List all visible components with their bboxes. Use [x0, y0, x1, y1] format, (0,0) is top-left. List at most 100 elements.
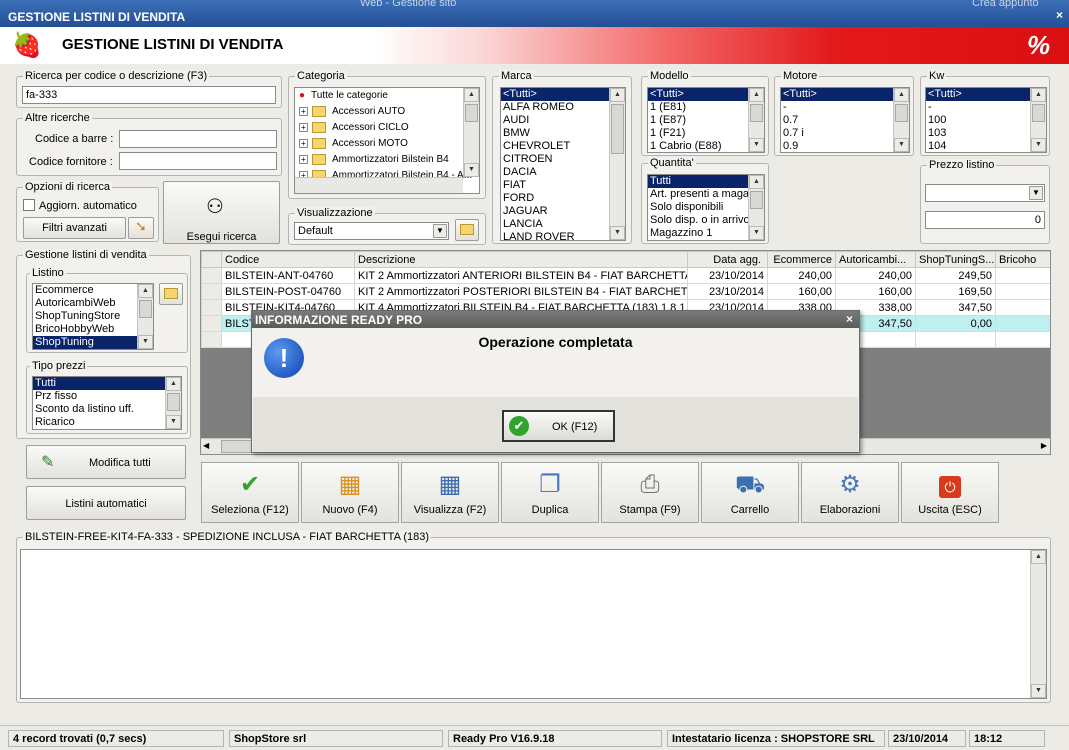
search-input[interactable]: fa-333	[22, 86, 276, 104]
list-item[interactable]: LAND ROVER	[501, 231, 625, 240]
scroll-down-icon[interactable]: ▼	[894, 138, 909, 152]
automatic-lists-button[interactable]: Listini automatici	[26, 486, 186, 520]
quantity-list[interactable]: Tutti Art. presenti a magazzino Solo dis…	[647, 174, 765, 241]
cart-button[interactable]: ⛟ Carrello	[701, 462, 799, 523]
scroll-left-icon[interactable]: ◀	[203, 441, 209, 450]
list-item[interactable]: 1 (F21)	[648, 127, 764, 140]
dialog-close-button[interactable]: ×	[846, 312, 853, 326]
list-price-input[interactable]: 0	[925, 211, 1045, 229]
column-header[interactable]: Data agg.	[687, 251, 768, 268]
expand-icon[interactable]: +	[299, 123, 308, 132]
brand-list[interactable]: <Tutti> ALFA ROMEO AUDI BMW CHEVROLET CI…	[500, 87, 626, 241]
advanced-filters-button[interactable]: Filtri avanzati	[23, 217, 126, 239]
column-header[interactable]: Descrizione	[354, 251, 688, 268]
scroll-right-icon[interactable]: ▶	[1041, 441, 1047, 450]
list-item[interactable]: -	[926, 101, 1046, 114]
list-item[interactable]: Tutti	[648, 175, 764, 188]
scroll-down-icon[interactable]: ▼	[464, 163, 479, 177]
scroll-thumb[interactable]	[611, 104, 624, 154]
engine-vscrollbar[interactable]: ▲ ▼	[893, 88, 909, 152]
list-item[interactable]: Prz fisso	[33, 390, 181, 403]
list-item[interactable]: ShopTuningStore	[33, 310, 153, 323]
category-vscrollbar[interactable]: ▲ ▼	[463, 88, 479, 177]
list-item[interactable]: 0.7	[781, 114, 909, 127]
detail-textarea[interactable]: ▲ ▼	[20, 549, 1047, 699]
processing-button[interactable]: ⚙ Elaborazioni	[801, 462, 899, 523]
column-header[interactable]: ShopTuningS...	[915, 251, 996, 268]
scroll-thumb[interactable]	[1032, 104, 1045, 122]
table-row[interactable]: BILSTEIN-POST-04760 KIT 2 Ammortizzatori …	[201, 283, 1050, 300]
list-item[interactable]: FIAT	[501, 179, 625, 192]
tree-item[interactable]: + Accessori AUTO	[299, 106, 405, 122]
expand-icon[interactable]: +	[299, 107, 308, 116]
scroll-down-icon[interactable]: ▼	[749, 138, 764, 152]
list-item[interactable]: FORD	[501, 192, 625, 205]
column-header[interactable]: Bricoho	[995, 251, 1050, 268]
scroll-down-icon[interactable]: ▼	[610, 226, 625, 240]
new-button[interactable]: ▦ Nuovo (F4)	[301, 462, 399, 523]
barcode-input[interactable]	[119, 130, 277, 148]
view-button[interactable]: ▦ Visualizza (F2)	[401, 462, 499, 523]
scroll-up-icon[interactable]: ▲	[464, 88, 479, 102]
view-select[interactable]: Default ▼	[294, 222, 449, 240]
listino-list[interactable]: Ecommerce AutoricambiWeb ShopTuningStore…	[32, 283, 154, 350]
scroll-up-icon[interactable]: ▲	[894, 88, 909, 102]
list-item[interactable]: <Tutti>	[926, 88, 1046, 101]
list-item[interactable]: AutoricambiWeb	[33, 297, 153, 310]
list-item[interactable]: Ecommerce	[33, 284, 153, 297]
list-item[interactable]: Magazzino 1	[648, 227, 764, 240]
chevron-down-icon[interactable]: ▼	[433, 224, 447, 238]
list-item[interactable]: ShopTuning	[33, 336, 153, 349]
listino-vscrollbar[interactable]: ▲ ▼	[137, 284, 153, 349]
list-price-select[interactable]: ▼	[925, 184, 1045, 202]
tree-item[interactable]: + Accessori MOTO	[299, 138, 408, 154]
list-item[interactable]: 1 (E87)	[648, 114, 764, 127]
list-item[interactable]: <Tutti>	[501, 88, 625, 101]
tree-item[interactable]: + Accessori CICLO	[299, 122, 409, 138]
chevron-down-icon[interactable]: ▼	[1029, 186, 1043, 200]
scroll-thumb[interactable]	[895, 104, 908, 122]
list-item[interactable]: 104	[926, 140, 1046, 152]
duplicate-button[interactable]: ❐ Duplica	[501, 462, 599, 523]
list-item[interactable]: 100	[926, 114, 1046, 127]
scroll-down-icon[interactable]: ▼	[166, 415, 181, 429]
list-item[interactable]: CITROEN	[501, 153, 625, 166]
list-item[interactable]: BMW	[501, 127, 625, 140]
run-search-button[interactable]: ⚇ Esegui ricerca	[163, 181, 280, 244]
list-item[interactable]: 103	[926, 127, 1046, 140]
scroll-thumb[interactable]	[167, 393, 180, 411]
list-item[interactable]: Ricarico	[33, 416, 181, 429]
scroll-up-icon[interactable]: ▲	[1031, 550, 1046, 564]
expand-icon[interactable]: +	[299, 139, 308, 148]
list-item[interactable]: DACIA	[501, 166, 625, 179]
listino-folder-button[interactable]	[159, 283, 183, 305]
tree-item[interactable]: + Ammortizzatori Bilstein B4	[299, 154, 449, 170]
scroll-thumb[interactable]	[750, 104, 763, 122]
model-list[interactable]: <Tutti> 1 (E81) 1 (E87) 1 (F21) 1 Cabrio…	[647, 87, 765, 153]
quantity-vscrollbar[interactable]: ▲ ▼	[748, 175, 764, 240]
ok-button[interactable]: ✔ OK (F12)	[502, 410, 615, 442]
column-header[interactable]: Autoricambi...	[835, 251, 916, 268]
scroll-thumb[interactable]	[221, 440, 253, 453]
list-item[interactable]: ALFA ROMEO	[501, 101, 625, 114]
list-item[interactable]: Solo disp. o in arrivo	[648, 214, 764, 227]
list-item[interactable]: CHEVROLET	[501, 140, 625, 153]
scroll-up-icon[interactable]: ▲	[166, 377, 181, 391]
scroll-thumb[interactable]	[465, 104, 478, 122]
kw-list[interactable]: <Tutti> - 100 103 104 ▲ ▼	[925, 87, 1047, 153]
list-item[interactable]: JAGUAR	[501, 205, 625, 218]
scroll-down-icon[interactable]: ▼	[749, 226, 764, 240]
list-item[interactable]: 1 (E81)	[648, 101, 764, 114]
list-item[interactable]: Sconto da listino uff.	[33, 403, 181, 416]
scroll-up-icon[interactable]: ▲	[749, 175, 764, 189]
list-item[interactable]: 0.9	[781, 140, 909, 152]
scroll-down-icon[interactable]: ▼	[1031, 684, 1046, 698]
scroll-up-icon[interactable]: ▲	[610, 88, 625, 102]
list-item[interactable]: Tutti	[33, 377, 181, 390]
column-header[interactable]: Ecommerce	[767, 251, 836, 268]
list-item[interactable]: -	[781, 101, 909, 114]
auto-update-checkbox[interactable]	[23, 199, 35, 211]
expand-icon[interactable]: +	[299, 155, 308, 164]
category-hscrollbar[interactable]	[295, 177, 463, 193]
list-item[interactable]: 1 Cabrio (E88)	[648, 140, 764, 152]
